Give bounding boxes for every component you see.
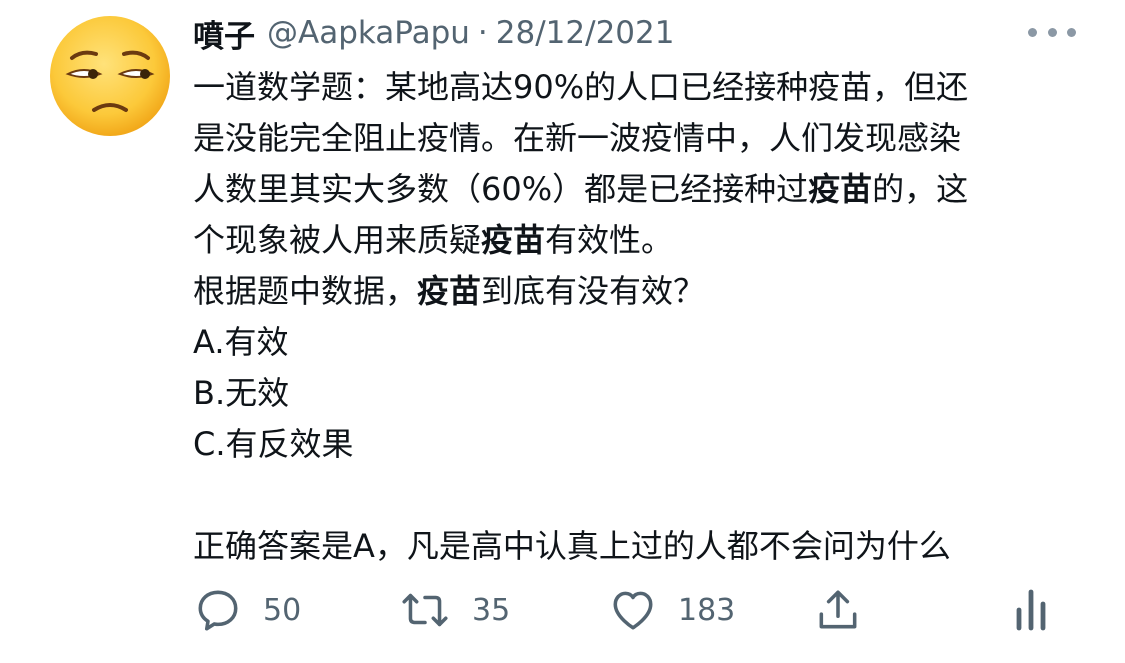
tweet-header: 噴子 @AapkaPapu · 28/12/2021 xyxy=(193,10,674,56)
tweet-line: 是没能完全阻止疫情。在新一波疫情中，人们发现感染 xyxy=(193,119,962,157)
like-count: 183 xyxy=(678,592,736,628)
answer-line: 正确答案是A，凡是高中认真上过的人都不会问为什么 xyxy=(193,527,951,565)
option-b: B.无效 xyxy=(193,374,290,412)
tweet-date[interactable]: 28/12/2021 xyxy=(496,15,675,51)
more-dot-icon xyxy=(1067,27,1076,37)
unamused-face-emoji-icon xyxy=(50,16,170,136)
retweet-icon xyxy=(402,593,448,627)
heart-icon xyxy=(613,591,653,630)
reply-count: 50 xyxy=(263,592,302,628)
more-dot-icon xyxy=(1047,27,1057,37)
bold-vaccine-text: 疫苗 xyxy=(481,221,546,259)
analytics-icon xyxy=(1016,589,1046,631)
reply-button[interactable]: 50 xyxy=(193,580,301,640)
share-button[interactable] xyxy=(813,580,863,640)
tweet-line: 一道数学题：某地高达90%的人口已经接种疫苗，但还 xyxy=(193,68,969,106)
more-options-button[interactable] xyxy=(1028,22,1076,42)
retweet-button[interactable]: 35 xyxy=(398,580,510,640)
avatar[interactable] xyxy=(48,14,172,138)
share-icon xyxy=(819,590,857,629)
tweet-line: 人数里其实大多数（60%）都是已经接种过疫苗的，这 xyxy=(193,164,1093,215)
display-name[interactable]: 噴子 xyxy=(193,11,255,56)
option-c: C.有反效果 xyxy=(193,425,354,463)
tweet-line: 个现象被人用来质疑疫苗有效性。 xyxy=(193,215,1093,266)
like-button[interactable]: 183 xyxy=(608,580,735,640)
analytics-button[interactable] xyxy=(1011,580,1051,640)
more-dot-icon xyxy=(1028,27,1037,37)
bold-vaccine-text: 疫苗 xyxy=(417,272,482,310)
user-handle[interactable]: @AapkaPapu xyxy=(267,15,470,51)
tweet-text: 一道数学题：某地高达90%的人口已经接种疫苗，但还 是没能完全阻止疫情。在新一波… xyxy=(193,62,1093,572)
tweet-line: 根据题中数据，疫苗到底有没有效？ xyxy=(193,266,1093,317)
tweet-text-span: 有效性。 xyxy=(545,221,674,259)
tweet-text-span: 到底有没有效？ xyxy=(481,272,706,310)
tweet-text-span: 的，这 xyxy=(872,170,969,208)
retweet-count: 35 xyxy=(472,592,511,628)
tweet-text-span: 根据题中数据， xyxy=(193,272,418,310)
tweet-actions: 50 35 183 xyxy=(193,580,1063,640)
option-a: A.有效 xyxy=(193,323,289,361)
reply-icon xyxy=(198,590,238,631)
bold-vaccine-text: 疫苗 xyxy=(808,170,873,208)
tweet-text-span: 人数里其实大多数（60%）都是已经接种过 xyxy=(193,170,809,208)
separator-dot: · xyxy=(477,15,488,51)
tweet-text-span: 个现象被人用来质疑 xyxy=(193,221,482,259)
